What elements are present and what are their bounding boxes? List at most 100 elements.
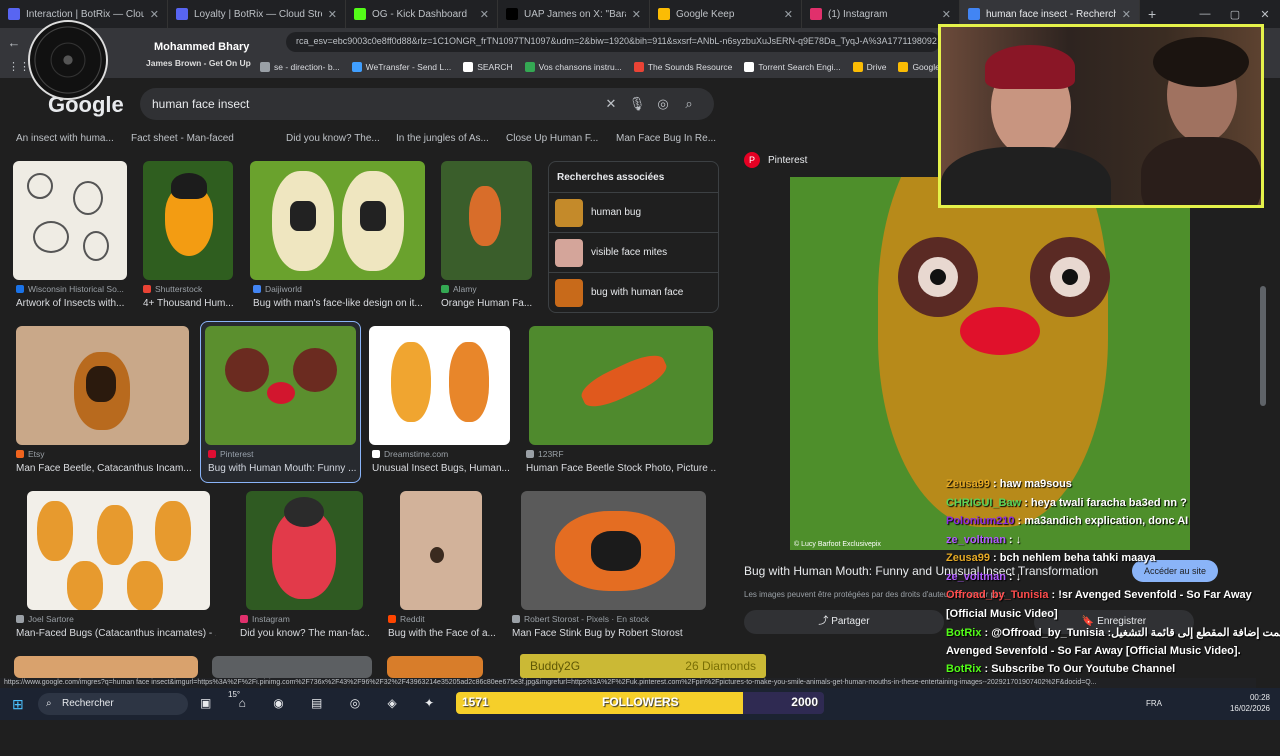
result-image-9[interactable] <box>27 491 210 610</box>
minimize-icon[interactable]: — <box>1190 8 1220 20</box>
chat-text: Avenged Sevenfold - So Far Away [Officia… <box>946 644 1241 657</box>
search-box[interactable]: human face insect ✕ 🎙 ◎ ⌕ <box>140 88 714 120</box>
maximize-icon[interactable]: ▢ <box>1220 8 1250 21</box>
followers-goal-bar: 1571 FOLLOWERS 2000 <box>456 692 824 714</box>
related-searches-panel: Recherches associées human bug visible fa… <box>548 161 719 313</box>
tab-3[interactable]: OG - Kick Dashboard ✕ <box>346 0 498 28</box>
result-source[interactable]: Shutterstock <box>143 284 202 294</box>
preview-source[interactable]: P Pinterest <box>744 152 807 168</box>
result-image-7[interactable] <box>369 326 510 445</box>
close-tab-icon[interactable]: ✕ <box>784 8 793 21</box>
result-image-1[interactable] <box>13 161 127 280</box>
close-tab-icon[interactable]: ✕ <box>150 8 159 21</box>
result-title[interactable]: Did you know? The man-fac... <box>240 628 370 639</box>
bookmark-item[interactable]: WeTransfer - Send L... <box>351 62 451 72</box>
clock[interactable]: 00:28 16/02/2026 <box>1230 692 1270 714</box>
lens-icon[interactable]: ◎ <box>650 96 676 112</box>
result-caption[interactable]: Close Up Human F... <box>506 133 610 144</box>
bookmark-item[interactable]: Drive <box>852 62 886 72</box>
result-image-5[interactable] <box>16 326 189 445</box>
url-field[interactable]: rca_esv=ebc9003c0e8ff0d88&rlz=1C1ONGR_fr… <box>286 32 940 52</box>
result-title[interactable]: Unusual Insect Bugs, Human... <box>372 463 512 474</box>
bookmark-label: The Sounds Resource <box>647 62 733 72</box>
result-caption[interactable]: Did you know? The... <box>286 133 390 144</box>
close-tab-icon[interactable]: ✕ <box>480 8 489 21</box>
image-credit: © Lucy Barfoot Exclusivepix <box>794 541 881 548</box>
result-caption[interactable]: An insect with huma... <box>16 133 120 144</box>
tab-4[interactable]: UAP James on X: "Barack Oban ✕ <box>498 0 650 28</box>
followers-current: 1571 <box>462 695 489 709</box>
result-image-2[interactable] <box>143 161 233 280</box>
related-thumbnail <box>555 238 583 267</box>
close-tab-icon[interactable]: ✕ <box>632 8 641 21</box>
windows-start-icon[interactable]: ⊞ <box>12 696 24 713</box>
share-button[interactable]: ⤴ Partager <box>744 610 944 634</box>
site-favicon-icon <box>240 615 248 623</box>
close-tab-icon[interactable]: ✕ <box>1122 8 1131 21</box>
result-title[interactable]: Bug with the Face of a... <box>388 628 498 639</box>
taskbar-search[interactable]: ⌕ Rechercher <box>38 693 188 715</box>
result-source[interactable]: Etsy <box>16 449 45 459</box>
result-image-11[interactable] <box>400 491 482 610</box>
result-source[interactable]: 123RF <box>526 449 564 459</box>
result-caption[interactable]: Fact sheet - Man-faced stink ... <box>131 133 235 144</box>
site-favicon-icon <box>16 450 24 458</box>
result-title[interactable]: Man Face Beetle, Catacanthus Incam... <box>16 463 191 474</box>
result-title[interactable]: 4+ Thousand Hum... <box>143 298 253 309</box>
result-title[interactable]: Man-Faced Bugs (Catacanthus incamates) -… <box>16 628 216 639</box>
language-indicator[interactable]: FRA <box>1146 699 1162 708</box>
result-source[interactable]: Joel Sartore <box>16 614 74 624</box>
site-favicon-icon <box>16 615 24 623</box>
search-input[interactable]: human face insect <box>152 97 598 111</box>
result-source[interactable]: Dreamstime.com <box>372 449 448 459</box>
result-image-15[interactable] <box>387 656 483 678</box>
chat-message: Avenged Sevenfold - So Far Away [Officia… <box>946 645 1241 657</box>
result-source[interactable]: Reddit <box>388 614 425 624</box>
result-image-6[interactable] <box>205 326 356 445</box>
result-title[interactable]: Artwork of Insects with... <box>16 298 130 309</box>
result-source[interactable]: Instagram <box>240 614 290 624</box>
clock-time: 00:28 <box>1249 693 1270 702</box>
donation-alert: Buddy2G 26 Diamonds <box>520 654 766 678</box>
result-caption[interactable]: Man Face Bug In Re... <box>616 133 720 144</box>
result-image-12[interactable] <box>521 491 706 610</box>
result-title[interactable]: Bug with man's face-like design on it... <box>253 298 428 309</box>
source-label: Wisconsin Historical So... <box>28 284 124 294</box>
chat-username: BotRix <box>946 663 982 675</box>
close-icon[interactable]: ✕ <box>1250 8 1280 21</box>
result-source[interactable]: Robert Storost - Pixels · En stock <box>512 614 649 624</box>
new-tab-icon[interactable]: + <box>1148 6 1156 22</box>
result-image-13[interactable] <box>14 656 198 678</box>
clear-icon[interactable]: ✕ <box>598 96 624 112</box>
result-title[interactable]: Orange Human Fa... <box>441 298 536 309</box>
result-image-14[interactable] <box>212 656 372 678</box>
result-image-10[interactable] <box>246 491 363 610</box>
related-search-item[interactable]: visible face mites <box>549 232 718 272</box>
result-caption[interactable]: In the jungles of As... <box>396 133 500 144</box>
bookmark-item[interactable]: SEARCH <box>463 62 513 72</box>
chat-separator: : <box>1024 496 1031 509</box>
search-icon[interactable]: ⌕ <box>676 96 702 112</box>
close-tab-icon[interactable]: ✕ <box>942 8 951 21</box>
related-search-item[interactable]: bug with human face <box>549 272 718 312</box>
chat-text: bch nehlem beha tahki maaya <box>999 552 1156 564</box>
tab-6[interactable]: (1) Instagram ✕ <box>802 0 960 28</box>
result-image-8[interactable] <box>529 326 713 445</box>
microphone-icon[interactable]: 🎙 <box>624 96 650 112</box>
result-title[interactable]: Human Face Beetle Stock Photo, Picture .… <box>526 463 716 474</box>
result-title[interactable]: Man Face Stink Bug by Robert Storost <box>512 628 712 639</box>
bookmark-item[interactable]: se - direction- b... <box>260 62 340 72</box>
bookmark-item[interactable]: Vos chansons instru... <box>524 62 622 72</box>
result-source[interactable]: Wisconsin Historical So... <box>16 284 124 294</box>
related-search-item[interactable]: human bug <box>549 192 718 232</box>
bookmark-item[interactable]: Torrent Search Engi... <box>744 62 841 72</box>
result-source[interactable]: Daijiworld <box>253 284 302 294</box>
botrix-icon <box>8 8 20 20</box>
tab-5[interactable]: Google Keep ✕ <box>650 0 802 28</box>
result-source[interactable]: Alamy <box>441 284 477 294</box>
close-tab-icon[interactable]: ✕ <box>328 8 337 21</box>
bookmark-item[interactable]: The Sounds Resource <box>633 62 733 72</box>
result-image-4[interactable] <box>441 161 532 280</box>
bookmark-favicon-icon <box>898 62 909 72</box>
result-image-3[interactable] <box>250 161 425 280</box>
